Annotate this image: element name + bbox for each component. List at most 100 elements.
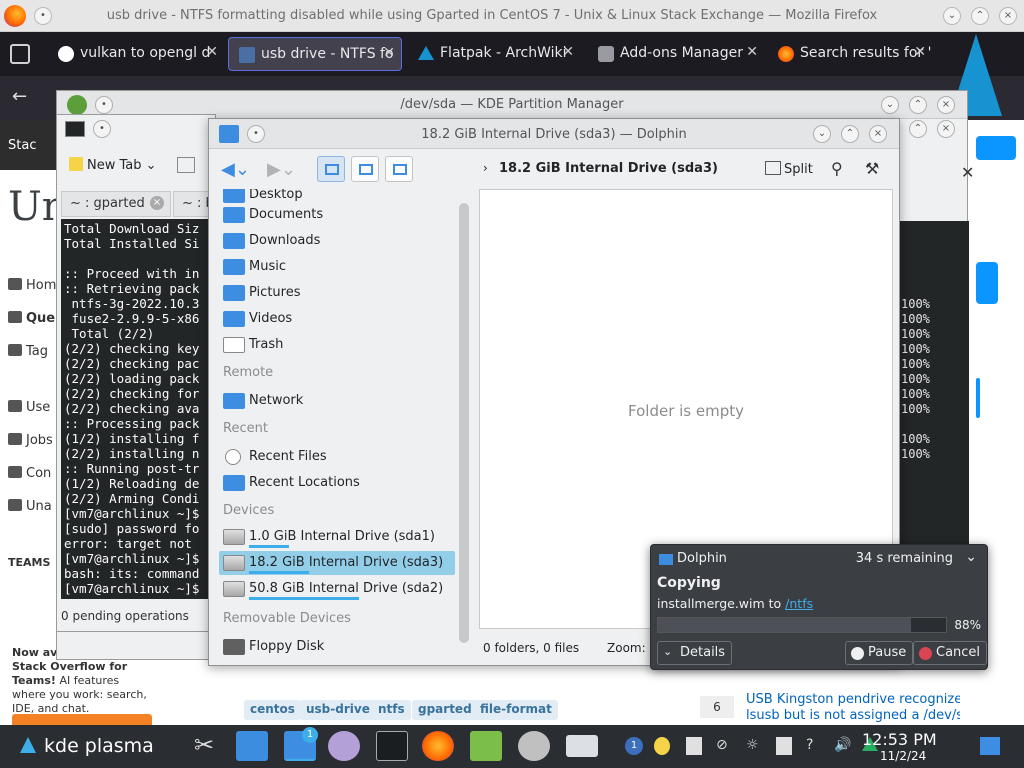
close-tab-icon[interactable]: ✕ (206, 44, 218, 60)
se-nav-questions[interactable]: Que (8, 311, 55, 326)
removable-section-header: Removable Devices (223, 611, 351, 626)
place-documents[interactable]: Documents (219, 203, 455, 227)
tag-centos[interactable]: centos (244, 700, 301, 720)
close-tab-icon[interactable]: × (150, 196, 164, 210)
device-floppy[interactable]: Floppy Disk (219, 635, 455, 659)
pause-button[interactable]: Pause (845, 641, 914, 665)
system-monitor-icon[interactable] (470, 731, 502, 761)
details-view-button[interactable] (385, 156, 413, 182)
tab-usb-drive[interactable]: usb drive - NTFS fo ✕ (228, 37, 402, 71)
back-arrow-icon[interactable]: ← (12, 86, 27, 107)
dolphin-close-button[interactable]: × (869, 125, 887, 143)
close-tab-icon[interactable]: ✕ (562, 44, 574, 60)
place-recent-files[interactable]: Recent Files (219, 445, 455, 469)
se-nav-jobs[interactable]: Jobs (8, 433, 53, 448)
wrench-icon[interactable]: ⚒ (865, 159, 879, 178)
scrollbar-thumb[interactable] (459, 203, 469, 643)
place-videos[interactable]: Videos (219, 307, 455, 331)
tab-addons[interactable]: Add-ons Manager ✕ (588, 37, 764, 71)
pause-icon (851, 647, 864, 660)
destination-link[interactable]: /ntfs (785, 596, 813, 611)
discover-store-icon[interactable] (236, 731, 268, 761)
se-nav-users[interactable]: Use (8, 400, 50, 415)
updates-badge[interactable]: 1 (625, 737, 643, 755)
forward-icon[interactable]: ▶⌄ (267, 159, 296, 180)
back-icon[interactable]: ◀⌄ (221, 159, 250, 180)
place-trash[interactable]: Trash (219, 333, 455, 357)
close-button[interactable]: × (999, 7, 1017, 25)
tools-icon[interactable]: ✂ (188, 731, 220, 761)
clock-date[interactable]: 11/2/24 (880, 749, 926, 763)
terminal-output[interactable]: Total Download Siz Total Installed Si :: … (61, 219, 217, 599)
firefox-task-icon[interactable] (422, 731, 454, 761)
virtual-desktop-icon[interactable] (566, 735, 598, 757)
icons-view-button[interactable] (317, 156, 345, 182)
konsole-maximize-button[interactable]: ⌃ (909, 120, 927, 138)
konsole-task-icon[interactable] (376, 731, 408, 761)
tag-ntfs[interactable]: ntfs (372, 700, 411, 720)
disk-utility-icon[interactable] (518, 731, 550, 761)
device-sda3[interactable]: 18.2 GiB Internal Drive (sda3) (219, 551, 455, 575)
pm-close-x-icon[interactable]: ✕ (961, 163, 974, 182)
partitionmanager-task-icon[interactable] (328, 731, 360, 761)
dolphin-minimize-button[interactable]: ⌄ (813, 125, 831, 143)
binoculars-icon[interactable]: ⚲ (831, 159, 843, 178)
tab-label: Add-ons Manager (620, 45, 743, 61)
collapse-chevron-icon[interactable]: ⌄ (965, 549, 977, 565)
compact-view-button[interactable] (351, 156, 379, 182)
places-scrollbar[interactable] (457, 189, 471, 659)
se-signup-button[interactable] (976, 136, 1016, 160)
se-nav-unanswered[interactable]: Una (8, 499, 52, 514)
close-tab-icon[interactable]: ✕ (914, 44, 926, 60)
device-sda2[interactable]: 50.8 GiB Internal Drive (sda2) (219, 577, 455, 601)
brightness-icon[interactable]: ☼ (746, 737, 762, 755)
minimize-button[interactable]: ⌄ (943, 7, 961, 25)
storage-icon[interactable] (776, 737, 792, 755)
split-view-icon[interactable] (177, 157, 195, 173)
konsole-menu-button[interactable]: • (93, 120, 111, 138)
place-recent-locations[interactable]: Recent Locations (219, 471, 455, 495)
konsole-close-button[interactable]: × (937, 120, 955, 138)
konsole-tab-gparted[interactable]: ~ : gparted × (61, 191, 171, 217)
device-sda1[interactable]: 1.0 GiB Internal Drive (sda1) (219, 525, 455, 549)
cancel-button[interactable]: Cancel (913, 641, 988, 665)
tab-overview-icon[interactable] (10, 44, 30, 64)
new-tab-button[interactable]: New Tab ⌄ (69, 157, 157, 173)
recent-section-header: Recent (223, 421, 268, 436)
window-menu-icon[interactable]: • (34, 7, 52, 25)
help-icon[interactable]: ? (806, 737, 822, 755)
place-pictures[interactable]: Pictures (219, 281, 455, 305)
mute-icon[interactable]: ⊘ (716, 737, 732, 755)
place-network[interactable]: Network (219, 389, 455, 413)
place-music[interactable]: Music (219, 255, 455, 279)
maximize-button[interactable]: ⌃ (971, 7, 989, 25)
terminal-line: (1/2) installing f (64, 431, 200, 446)
show-desktop-icon[interactable] (980, 737, 1000, 755)
application-launcher[interactable]: kde plasma (20, 735, 154, 757)
night-light-icon[interactable] (654, 737, 670, 755)
pm-minimize-button[interactable]: ⌄ (881, 96, 899, 114)
close-tab-icon[interactable]: ✕ (746, 44, 758, 60)
close-tab-icon[interactable]: ✕ (383, 45, 395, 61)
split-button[interactable]: Split (765, 161, 813, 177)
se-sites-label[interactable]: Stac (8, 138, 36, 153)
details-button[interactable]: ⌄ Details (657, 641, 733, 665)
tab-vulkan[interactable]: vulkan to opengl d ✕ (48, 37, 224, 71)
dolphin-maximize-button[interactable]: ⌃ (841, 125, 859, 143)
breadcrumb[interactable]: 18.2 GiB Internal Drive (sda3) (499, 161, 718, 176)
clipboard-icon[interactable] (686, 737, 702, 755)
tab-flatpak[interactable]: Flatpak - ArchWiki ✕ (408, 37, 580, 71)
tag-usb-drive[interactable]: usb-drive (300, 700, 376, 720)
se-nav-tags[interactable]: Tag (8, 344, 48, 359)
tag-gparted[interactable]: gparted (412, 700, 478, 720)
volume-icon[interactable]: 🔊 (834, 737, 851, 755)
tag-file-format[interactable]: file-format (474, 700, 558, 720)
clock-time[interactable]: 12:53 PM (862, 730, 937, 749)
tab-search-results[interactable]: Search results for ' ✕ (768, 37, 932, 71)
music-folder-icon (223, 259, 245, 275)
pm-maximize-button[interactable]: ⌃ (909, 96, 927, 114)
pm-close-button[interactable]: × (937, 96, 955, 114)
se-nav-companies[interactable]: Con (8, 466, 51, 481)
place-downloads[interactable]: Downloads (219, 229, 455, 253)
se-nav-home[interactable]: Hom (8, 278, 56, 293)
